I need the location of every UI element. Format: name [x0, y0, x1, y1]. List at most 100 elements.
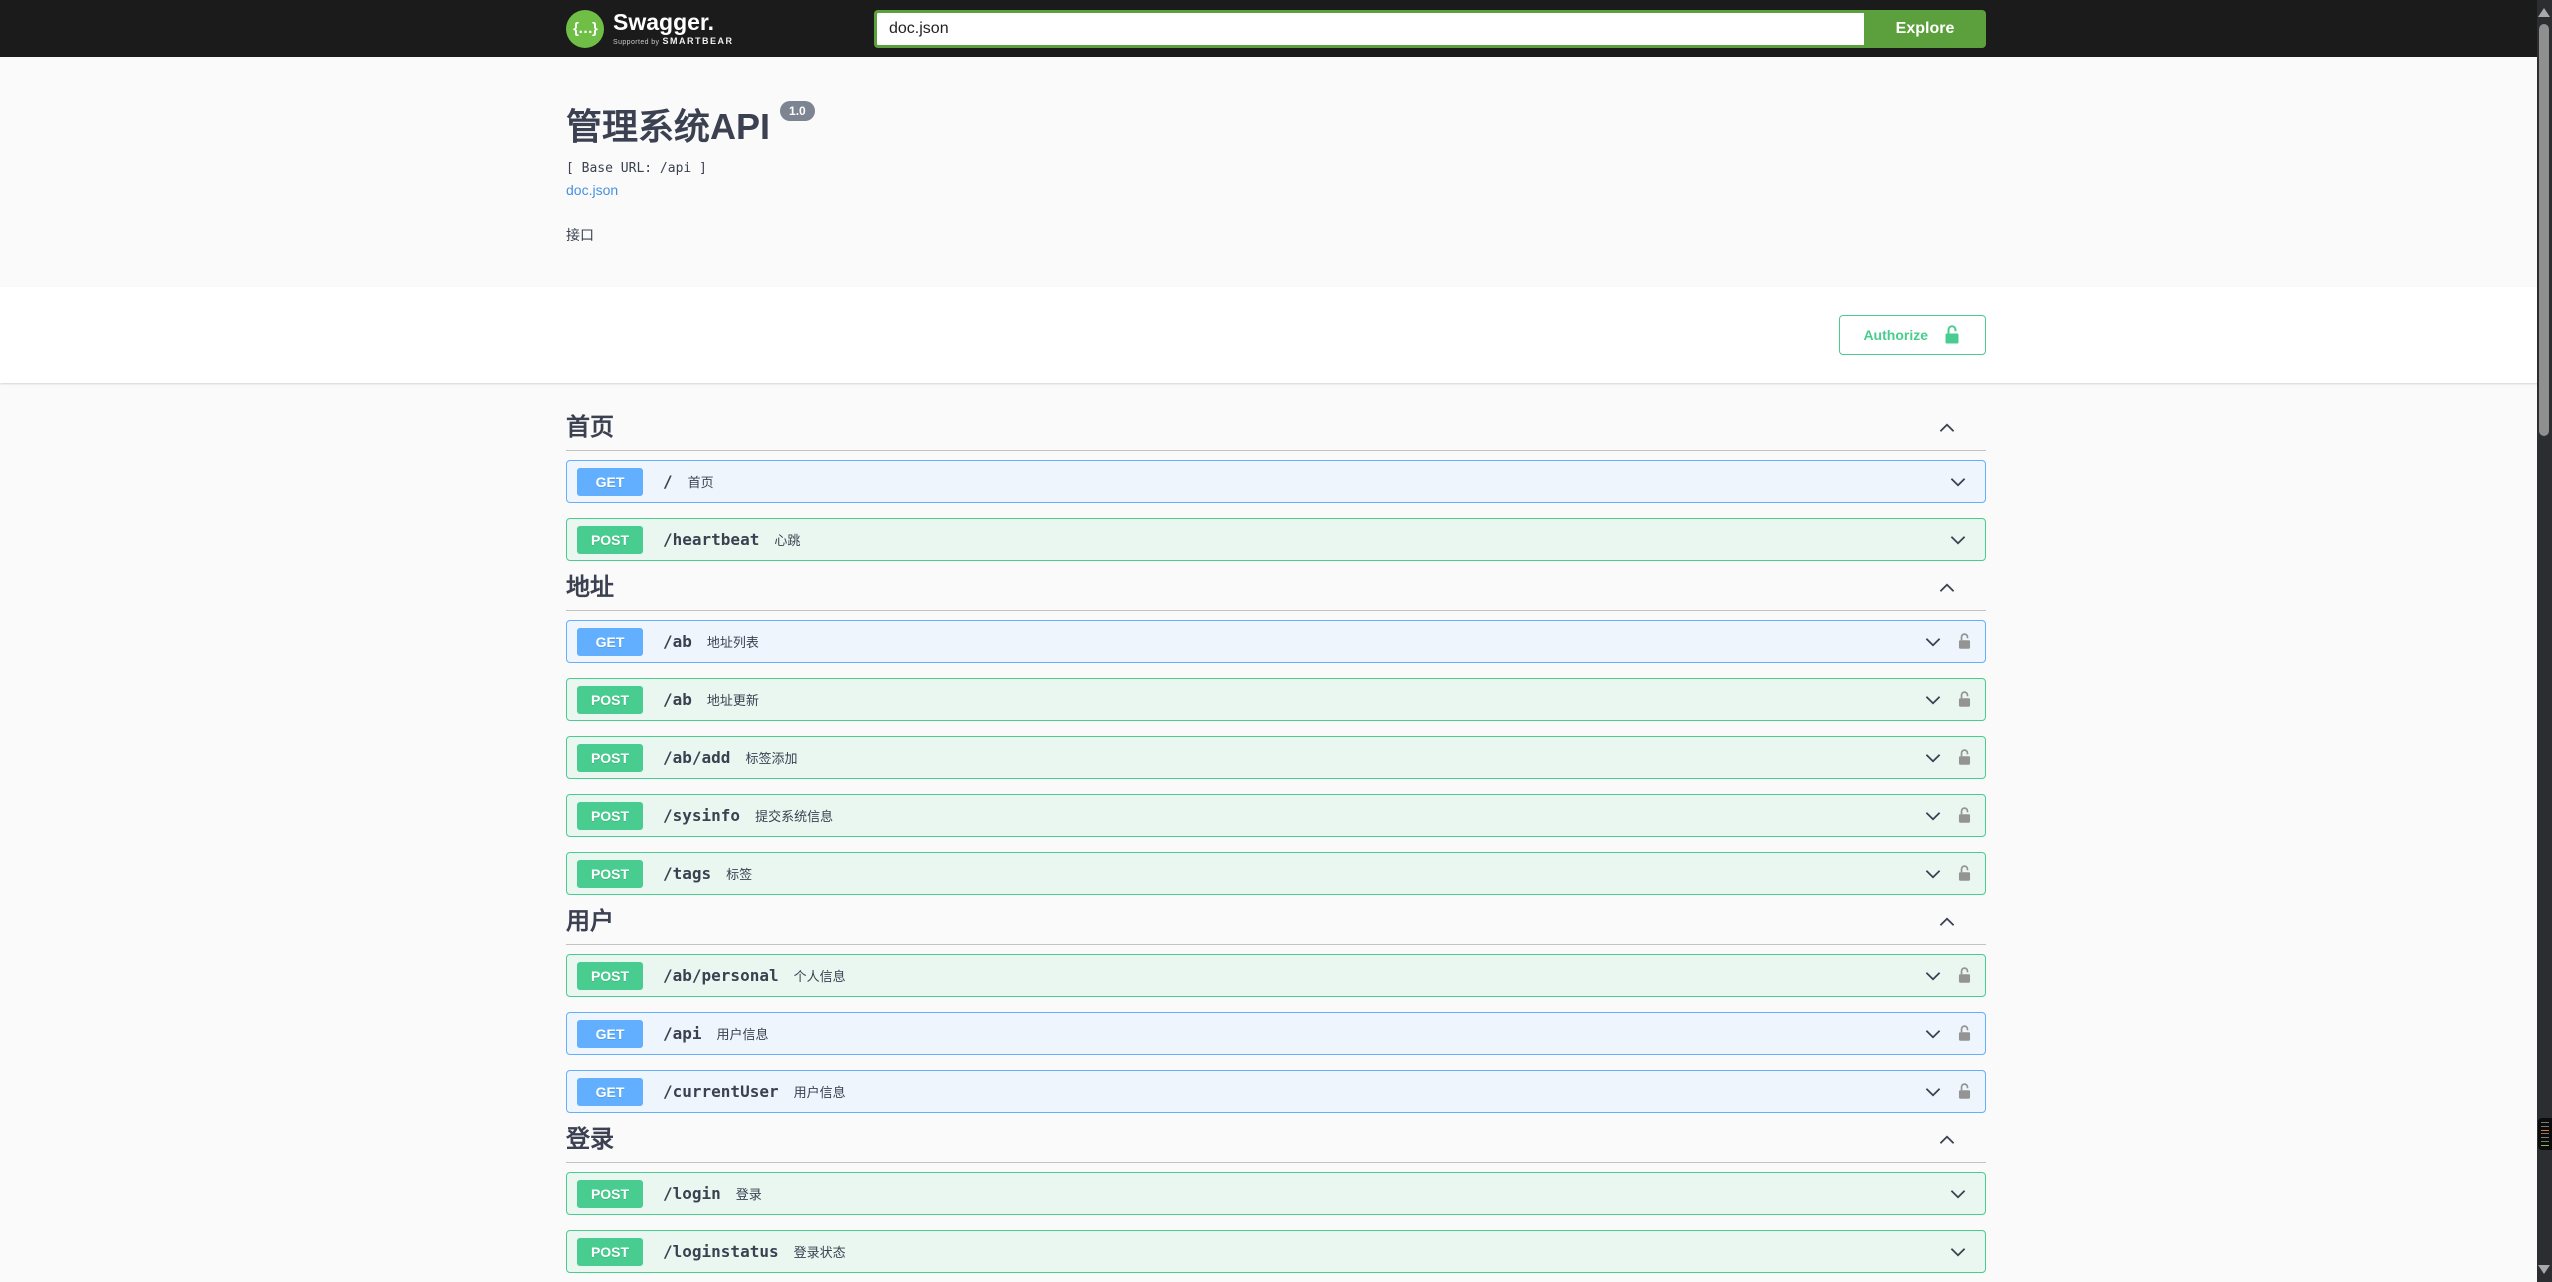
tag-header-user[interactable]: 用户	[566, 910, 1986, 945]
operation-row[interactable]: GET / 首页	[566, 460, 1986, 503]
scroll-down-arrow-icon[interactable]	[2538, 1265, 2550, 1274]
method-badge: POST	[577, 961, 643, 990]
operation-row[interactable]: GET /ab 地址列表	[566, 620, 1986, 663]
unlock-icon[interactable]	[1956, 806, 1973, 825]
operation-row[interactable]: GET /api 用户信息	[566, 1012, 1986, 1055]
tag-header-login[interactable]: 登录	[566, 1128, 1986, 1163]
operation-summary: 提交系统信息	[755, 809, 834, 824]
unlock-icon[interactable]	[1956, 1082, 1973, 1101]
operation-row[interactable]: POST /heartbeat 心跳	[566, 518, 1986, 561]
chevron-down-icon[interactable]	[1922, 689, 1944, 711]
method-badge: GET	[577, 1077, 643, 1106]
unlock-icon[interactable]	[1956, 748, 1973, 767]
operation-summary: 心跳	[774, 533, 801, 548]
chevron-down-icon[interactable]	[1947, 1183, 1969, 1205]
method-badge: POST	[577, 685, 643, 714]
authorize-button[interactable]: Authorize	[1839, 315, 1986, 355]
operation-path: /	[663, 472, 673, 491]
method-badge: POST	[577, 743, 643, 772]
authorize-label: Authorize	[1863, 327, 1928, 343]
chevron-down-icon[interactable]	[1947, 529, 1969, 551]
unlock-icon[interactable]	[1956, 864, 1973, 883]
chevron-down-icon[interactable]	[1922, 747, 1944, 769]
scrollbar-thumb[interactable]	[2539, 24, 2549, 436]
method-badge: GET	[577, 1019, 643, 1048]
swagger-logo-icon: {…}	[566, 9, 604, 48]
topbar: {…} Swagger. Supported bySMARTBEAR Explo…	[0, 0, 2552, 57]
logo-title: Swagger.	[613, 9, 714, 35]
scroll-position-marker	[2538, 1118, 2552, 1150]
operation-row[interactable]: POST /sysinfo 提交系统信息	[566, 794, 1986, 837]
tag-title: 登录	[566, 1126, 614, 1153]
chevron-down-icon[interactable]	[1947, 1241, 1969, 1263]
chevron-down-icon[interactable]	[1922, 805, 1944, 827]
spec-link[interactable]: doc.json	[566, 182, 618, 198]
method-badge: POST	[577, 525, 643, 554]
operation-path: /login	[663, 1184, 721, 1203]
chevron-down-icon[interactable]	[1922, 965, 1944, 987]
logo-texts: Swagger. Supported by SMARTBEAR	[613, 9, 734, 47]
operation-row[interactable]: POST /ab/personal 个人信息	[566, 954, 1986, 997]
operation-summary: 登录状态	[793, 1245, 846, 1260]
operation-summary: 标签	[726, 867, 753, 882]
operation-row[interactable]: POST /ab/add 标签添加	[566, 736, 1986, 779]
scrollbar[interactable]	[2537, 0, 2552, 1282]
method-badge: POST	[577, 801, 643, 830]
version-badge: 1.0	[780, 101, 815, 121]
operation-path: /heartbeat	[663, 530, 760, 549]
logo-subtitle: Supported by SMARTBEAR	[613, 36, 734, 47]
tag-title: 用户	[566, 908, 614, 935]
unlock-icon[interactable]	[1956, 1024, 1973, 1043]
chevron-up-icon[interactable]	[1936, 1129, 1958, 1151]
chevron-down-icon[interactable]	[1947, 471, 1969, 493]
explore-button[interactable]: Explore	[1864, 9, 1986, 48]
page-title: 管理系统API 1.0	[566, 101, 1986, 147]
unlock-icon[interactable]	[1956, 690, 1973, 709]
operation-path: /sysinfo	[663, 806, 741, 825]
chevron-down-icon[interactable]	[1922, 863, 1944, 885]
spec-url-input[interactable]	[874, 9, 1864, 48]
chevron-down-icon[interactable]	[1922, 1023, 1944, 1045]
chevron-down-icon[interactable]	[1922, 1081, 1944, 1103]
chevron-up-icon[interactable]	[1936, 577, 1958, 599]
chevron-up-icon[interactable]	[1936, 417, 1958, 439]
operation-summary: 标签添加	[745, 751, 798, 766]
logo-smartbear: SMARTBEAR	[662, 36, 734, 46]
scroll-up-arrow-icon[interactable]	[2538, 8, 2550, 17]
operations: 首页 GET / 首页 POST /heartbeat 心跳 地址 GET /a…	[566, 383, 1986, 1273]
chevron-down-icon[interactable]	[1922, 631, 1944, 653]
operation-row[interactable]: POST /ab 地址更新	[566, 678, 1986, 721]
unlock-icon[interactable]	[1956, 632, 1973, 651]
operation-path: /ab/add	[663, 748, 731, 767]
swagger-logo[interactable]: {…} Swagger. Supported by SMARTBEAR	[566, 9, 734, 48]
operation-row[interactable]: GET /currentUser 用户信息	[566, 1070, 1986, 1113]
scheme-container: Authorize	[0, 287, 2552, 383]
operation-summary: 首页	[687, 475, 714, 490]
unlock-icon[interactable]	[1956, 966, 1973, 985]
method-badge: POST	[577, 859, 643, 888]
operation-path: /ab/personal	[663, 966, 779, 985]
tag-header-address[interactable]: 地址	[566, 576, 1986, 611]
method-badge: GET	[577, 627, 643, 656]
operation-path: /loginstatus	[663, 1242, 779, 1261]
operation-summary: 用户信息	[716, 1027, 769, 1042]
tag-section-home: 首页 GET / 首页 POST /heartbeat 心跳	[566, 416, 1986, 561]
operation-path: /ab	[663, 632, 692, 651]
tag-header-home[interactable]: 首页	[566, 416, 1986, 451]
spec-url-form: Explore	[874, 9, 1986, 48]
operation-row[interactable]: POST /loginstatus 登录状态	[566, 1230, 1986, 1273]
method-badge: GET	[577, 467, 643, 496]
operation-summary: 用户信息	[793, 1085, 846, 1100]
operation-row[interactable]: POST /tags 标签	[566, 852, 1986, 895]
method-badge: POST	[577, 1237, 643, 1266]
tag-title: 首页	[566, 414, 614, 441]
tag-title: 地址	[566, 574, 614, 601]
tag-section-user: 用户 POST /ab/personal 个人信息 GET /api 用户信息	[566, 910, 1986, 1113]
operation-summary: 地址更新	[706, 693, 759, 708]
operation-row[interactable]: POST /login 登录	[566, 1172, 1986, 1215]
logo-supported-by: Supported by	[613, 39, 660, 46]
tag-rows: GET / 首页 POST /heartbeat 心跳	[566, 451, 1986, 561]
operation-path: /api	[663, 1024, 702, 1043]
chevron-up-icon[interactable]	[1936, 911, 1958, 933]
tag-section-address: 地址 GET /ab 地址列表 POST /ab 地址更新 POST /ab/a…	[566, 576, 1986, 895]
